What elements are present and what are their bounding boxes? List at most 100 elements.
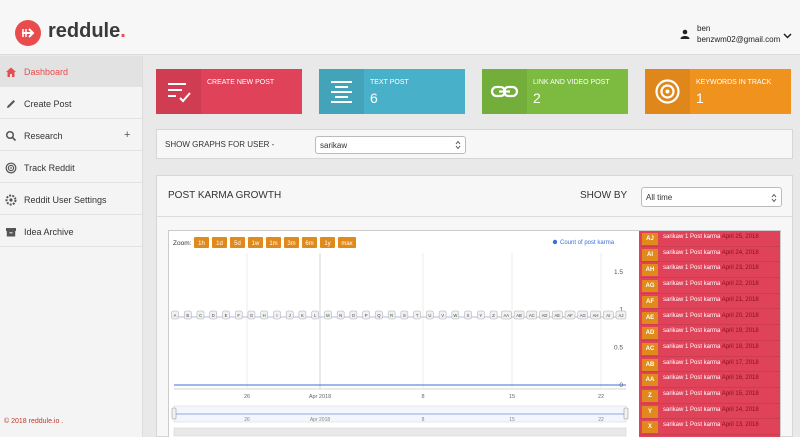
flag-label: AE xyxy=(554,313,560,318)
card-title: TEXT POST xyxy=(370,79,409,86)
karma-date: April 23, 2018 xyxy=(721,265,759,272)
flag-label: AA xyxy=(504,313,510,318)
card-value: 6 xyxy=(370,90,378,106)
list-item[interactable]: AC sarikaw 1 Post karma April 18, 2018 xyxy=(639,341,780,357)
karma-date: April 14, 2018 xyxy=(721,406,759,413)
karma-text: sarikaw 1 Post karma xyxy=(663,391,722,397)
card-title: CREATE NEW POST xyxy=(207,79,275,86)
user-name[interactable]: ben xyxy=(697,24,710,33)
flag-label: I xyxy=(276,313,277,318)
flag-badge: AJ xyxy=(642,233,658,245)
keywords-in-track-card[interactable]: KEYWORDS IN TRACK 1 xyxy=(645,69,791,114)
sidebar-item-track-reddit[interactable]: Track Reddit xyxy=(0,152,142,183)
list-item[interactable]: AI sarikaw 1 Post karma April 24, 2018 xyxy=(639,247,780,263)
navigator-tick-label: 8 xyxy=(422,417,425,423)
list-item[interactable]: Ysarikaw 1 Post karma April 14, 2018 xyxy=(639,404,780,420)
flag-label: G xyxy=(250,313,253,318)
list-item[interactable]: AA sarikaw 1 Post karma April 16, 2018 xyxy=(639,372,780,388)
flag-badge: X xyxy=(642,421,658,434)
list-item-text: sarikaw 1 Post karma April 17, 2018 xyxy=(663,360,759,366)
list-item[interactable]: AF sarikaw 1 Post karma April 21, 2018 xyxy=(639,294,780,310)
card-title: KEYWORDS IN TRACK xyxy=(696,79,772,86)
sidebar-item-reddit-user-settings[interactable]: Reddit User Settings xyxy=(0,184,142,215)
list-item[interactable]: AE sarikaw 1 Post karma April 20, 2018 xyxy=(639,310,780,326)
flag-label: W xyxy=(453,313,457,318)
home-icon xyxy=(5,66,17,78)
karma-date: April 15, 2018 xyxy=(721,391,759,397)
expand-plus-icon[interactable]: + xyxy=(124,129,130,141)
zoom-button-label: 1h xyxy=(198,241,205,247)
selected-user-value: sarikaw xyxy=(320,141,348,150)
zoom-button-label: 1d xyxy=(216,241,223,247)
y-tick-label: 0.5 xyxy=(614,344,623,351)
list-item-text: sarikaw 1 Post karma April 20, 2018 xyxy=(663,313,759,319)
flag-badge: AE xyxy=(642,311,658,324)
legend-marker xyxy=(552,239,558,245)
flag-label: AB xyxy=(516,313,522,318)
list-item-text: sarikaw 1 Post karma April 23, 2018 xyxy=(663,265,759,271)
navigator-tick-label: 26 xyxy=(244,417,250,423)
list-item[interactable]: AD sarikaw 1 Post karma April 19, 2018 xyxy=(639,325,780,341)
list-item[interactable]: AB sarikaw 1 Post karma April 17, 2018 xyxy=(639,357,780,373)
zoom-button-label: max xyxy=(341,241,352,247)
list-item-text: sarikaw 1 Post karma April 16, 2018 xyxy=(663,375,759,381)
flag-badge: Y xyxy=(642,405,658,418)
link-and-video-post-card[interactable]: LINK AND VIDEO POST 2 xyxy=(482,69,628,114)
karma-date: April 17, 2018 xyxy=(721,359,759,366)
text-post-card[interactable]: TEXT POST 6 xyxy=(319,69,465,114)
x-tick-label: 22 xyxy=(598,394,604,400)
list-item[interactable]: AJ sarikaw 1 Post karma April 25, 2018 xyxy=(639,231,780,247)
user-email[interactable]: benzwm02@gmail.com xyxy=(697,35,780,44)
search-icon xyxy=(5,130,17,142)
list-item[interactable]: AG sarikaw 1 Post karma April 22, 2018 xyxy=(639,278,780,294)
flag-label: AI xyxy=(606,313,610,318)
card-value: 1 xyxy=(696,90,704,106)
chart-canvas: Zoom: 1h 1d 5d 1w 1m 3m 6m 1y max Count of post ka… xyxy=(171,237,629,437)
zoom-button-label: 6m xyxy=(305,241,313,247)
navigator-right-handle[interactable] xyxy=(623,407,629,420)
flag-label: AC xyxy=(529,313,535,318)
selected-range-value: All time xyxy=(646,193,673,202)
flag-label: AF xyxy=(567,313,573,318)
archive-icon xyxy=(5,226,17,238)
logo-text[interactable]: reddule. xyxy=(48,20,126,43)
karma-text: sarikaw 1 Post karma xyxy=(663,234,722,240)
flag-label: B xyxy=(186,313,189,318)
karma-chart: Zoom: 1h 1d 5d 1w 1m 3m 6m 1y max Count of post ka… xyxy=(168,230,781,437)
copyright-footer[interactable]: © 2018 reddule.io . xyxy=(4,418,63,425)
user-select-dropdown[interactable]: sarikaw xyxy=(315,136,466,154)
navigator-left-handle[interactable] xyxy=(171,407,177,420)
karma-text: sarikaw 1 Post karma xyxy=(663,375,722,382)
karma-date: April 21, 2018 xyxy=(721,296,759,303)
list-item-text: sarikaw 1 Post karma April 14, 2018 xyxy=(663,407,759,413)
sidebar-item-research[interactable]: Research + xyxy=(0,120,142,151)
list-item[interactable]: Zsarikaw 1 Post karma April 15, 2018 xyxy=(639,388,780,404)
flag-label: K xyxy=(301,313,304,318)
karma-date: April 19, 2018 xyxy=(721,328,759,335)
select-arrows-icon xyxy=(455,140,461,152)
x-tick-label: 8 xyxy=(421,394,424,400)
list-item-text: sarikaw 1 Post karma April 25, 2018 xyxy=(663,234,759,240)
flag-label: N xyxy=(339,313,342,318)
flag-label: X xyxy=(467,313,470,318)
x-tick-label: Apr 2018 xyxy=(309,394,331,400)
sidebar-item-dashboard[interactable]: Dashboard xyxy=(0,56,142,87)
time-range-select[interactable]: All time xyxy=(641,187,782,207)
navigator-tick-label: 22 xyxy=(598,417,604,423)
legend-label: Count of post karma xyxy=(560,240,615,246)
flag-label: M xyxy=(326,313,330,318)
panel-divider xyxy=(157,216,792,217)
chevron-down-icon[interactable] xyxy=(783,31,792,41)
card-value: 2 xyxy=(533,90,541,106)
list-item[interactable]: Xsarikaw 1 Post karma April 13, 2018 xyxy=(639,419,780,436)
pencil-icon xyxy=(5,98,17,110)
list-item[interactable]: AH sarikaw 1 Post karma April 23, 2018 xyxy=(639,262,780,279)
sidebar-item-idea-archive[interactable]: Idea Archive xyxy=(0,216,142,247)
logo-icon[interactable] xyxy=(15,20,41,46)
person-icon[interactable] xyxy=(680,29,690,39)
karma-text: sarikaw 1 Post karma xyxy=(663,422,722,429)
flag-label: E xyxy=(225,313,228,318)
sidebar-item-create-post[interactable]: Create Post xyxy=(0,88,142,119)
select-arrows-icon xyxy=(771,193,777,205)
create-new-post-card[interactable]: CREATE NEW POST xyxy=(156,69,302,114)
